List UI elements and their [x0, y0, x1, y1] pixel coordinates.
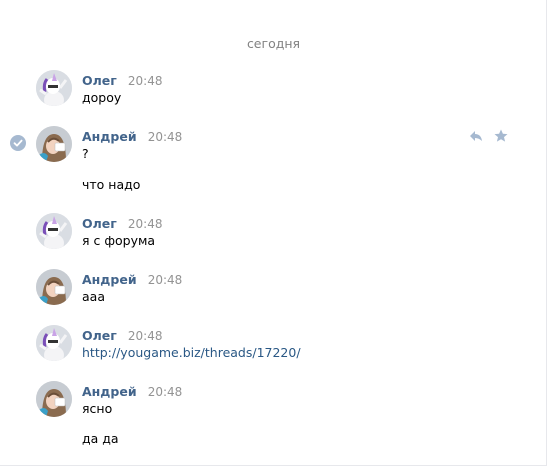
message-item[interactable]: Олег 20:48 я с форума [0, 213, 546, 253]
message-text: да да [82, 431, 119, 446]
message-actions [468, 128, 512, 144]
message-text: ааа [82, 289, 105, 304]
message-item-selected[interactable]: Андрей 20:48 ? что надо [0, 126, 546, 196]
message-link[interactable]: http://yougame.biz/threads/17220/ [82, 345, 301, 361]
message-author[interactable]: Олег [82, 328, 117, 343]
message-item[interactable]: Олег 20:48 http://yougame.biz/threads/17… [0, 325, 546, 365]
selected-check-icon[interactable] [10, 135, 26, 151]
day-divider: сегодня [246, 36, 301, 51]
reply-icon[interactable] [468, 128, 484, 144]
star-icon[interactable] [493, 128, 509, 144]
oleg-unicorn-avatar[interactable] [36, 70, 72, 106]
andrey-photo-avatar[interactable] [36, 269, 72, 305]
message-item[interactable]: Андрей 20:48 ясно да да [0, 381, 546, 451]
message-item[interactable]: Андрей 20:48 ааа [0, 269, 546, 309]
oleg-unicorn-avatar[interactable] [36, 213, 72, 249]
andrey-photo-avatar[interactable] [36, 126, 72, 162]
message-author[interactable]: Андрей [82, 384, 137, 399]
message-time[interactable]: 20:48 [128, 217, 163, 231]
message-time[interactable]: 20:48 [128, 329, 163, 343]
message-author[interactable]: Андрей [82, 129, 137, 144]
message-time[interactable]: 20:48 [148, 273, 183, 287]
message-author[interactable]: Андрей [82, 272, 137, 287]
message-time[interactable]: 20:48 [128, 74, 163, 88]
message-text: я с форума [82, 233, 156, 248]
message-item[interactable]: Олег 20:48 дороу [0, 70, 546, 110]
message-time[interactable]: 20:48 [148, 385, 183, 399]
message-time[interactable]: 20:48 [148, 130, 183, 144]
chat-history: сегодня Олег 20:48 дороу Андрей 20:48 ? … [0, 0, 547, 466]
message-text: дороу [82, 90, 122, 105]
message-author[interactable]: Олег [82, 216, 117, 231]
message-author[interactable]: Олег [82, 73, 117, 88]
oleg-unicorn-avatar[interactable] [36, 325, 72, 361]
message-text: ясно [82, 401, 113, 416]
message-text: ? [82, 146, 89, 161]
message-text: что надо [82, 177, 141, 192]
andrey-photo-avatar[interactable] [36, 381, 72, 417]
